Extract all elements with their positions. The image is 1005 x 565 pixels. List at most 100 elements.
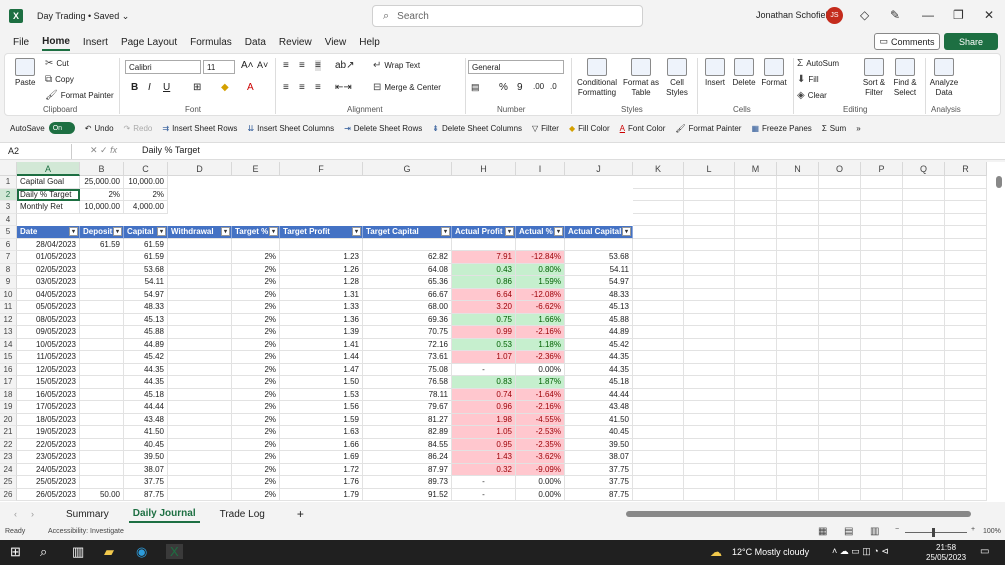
table-row-cell[interactable]: 53.68 [565,251,633,264]
empty-cell[interactable] [633,426,684,439]
search-icon[interactable]: ⌕ [40,544,47,560]
empty-cell[interactable] [735,363,777,376]
column-header[interactable]: M [735,162,777,176]
table-row-cell[interactable]: 16/05/2023 [17,388,80,401]
empty-cell[interactable] [633,401,684,414]
font-size-select[interactable]: 11 [203,60,235,74]
table-row-cell[interactable]: - [452,488,516,501]
empty-cell[interactable] [735,426,777,439]
table-row-cell[interactable] [168,438,232,451]
tab-formulas[interactable]: Formulas [190,35,232,50]
empty-cell[interactable] [861,463,903,476]
empty-cell[interactable] [819,376,861,389]
table-row-cell[interactable] [168,276,232,289]
table-row-cell[interactable]: 6.64 [452,288,516,301]
comments-button[interactable]: ▭ Comments [874,33,940,50]
empty-cell[interactable] [777,401,819,414]
align-center-icon[interactable]: ≡ [299,82,305,93]
empty-cell[interactable] [819,363,861,376]
column-header[interactable]: A [17,162,80,176]
table-row-cell[interactable]: 61.59 [124,251,168,264]
empty-cell[interactable] [861,213,903,226]
row-header[interactable]: 13 [0,326,17,339]
row-header[interactable]: 5 [0,226,17,239]
name-box[interactable]: A2 [4,144,72,159]
empty-cell[interactable] [945,301,987,314]
tab-view[interactable]: View [325,35,347,50]
insert-cells-button[interactable]: Insert [702,58,728,88]
empty-cell[interactable] [684,351,735,364]
empty-cell[interactable] [819,251,861,264]
table-row-cell[interactable]: 2% [232,451,280,464]
accounting-icon[interactable]: ▤ [471,82,480,93]
table-row-cell[interactable]: 75.08 [363,363,452,376]
indent-icon[interactable]: ⇤⇥ [335,82,352,93]
table-row-cell[interactable]: 08/05/2023 [17,313,80,326]
table-row-cell[interactable] [80,276,124,289]
empty-cell[interactable] [819,238,861,251]
tab-help[interactable]: Help [359,35,380,50]
more-commands-icon[interactable]: » [856,124,860,133]
table-row-cell[interactable]: - [452,476,516,489]
table-row-cell[interactable]: 1.44 [280,351,363,364]
empty-cell[interactable] [861,326,903,339]
empty-cell[interactable] [777,251,819,264]
table-row-cell[interactable]: 0.74 [452,388,516,401]
column-header[interactable]: P [861,162,903,176]
edge-icon[interactable]: ◉ [136,544,147,560]
empty-cell[interactable] [819,176,861,189]
table-row-cell[interactable] [80,326,124,339]
empty-cell[interactable] [735,276,777,289]
tab-file[interactable]: File [13,35,29,50]
table-row-cell[interactable]: 17/05/2023 [17,401,80,414]
table-row-cell[interactable]: 44.44 [124,401,168,414]
empty-cell[interactable] [903,226,945,239]
align-middle-icon[interactable]: ≡ [299,60,305,71]
align-bottom-icon[interactable]: ≡ [315,60,321,71]
conditional-formatting-button[interactable]: Conditional Formatting [575,58,619,98]
empty-cell[interactable] [945,463,987,476]
table-row-cell[interactable] [80,301,124,314]
table-row-cell[interactable]: 44.89 [565,326,633,339]
table-row-cell[interactable]: 62.82 [363,251,452,264]
pen-icon[interactable]: ✎ [890,8,900,22]
increase-decimal-icon[interactable]: .00 [533,82,544,91]
empty-cell[interactable] [945,438,987,451]
borders-icon[interactable]: ⊞ [193,82,201,93]
empty-cell[interactable] [861,388,903,401]
empty-cell[interactable] [945,451,987,464]
align-top-icon[interactable]: ≡ [283,60,289,71]
empty-cell[interactable] [861,226,903,239]
table-row-cell[interactable]: 0.86 [452,276,516,289]
table-row-cell[interactable] [168,426,232,439]
empty-cell[interactable] [777,463,819,476]
filter-dropdown-icon[interactable]: ▾ [69,227,78,236]
empty-cell[interactable] [777,451,819,464]
system-tray-icons[interactable]: ˄ ☁ ▭ ◫ ◔ ⊲ [832,546,889,557]
delete-sheet-rows-button[interactable]: ⇥ Delete Sheet Rows [344,124,422,133]
font-name-select[interactable]: Calibri [125,60,201,74]
insert-sheet-rows-button[interactable]: ⇉ Insert Sheet Rows [162,124,237,133]
empty-cell[interactable] [819,326,861,339]
empty-cell[interactable] [861,476,903,489]
empty-cell[interactable] [735,451,777,464]
table-row-cell[interactable]: 2% [232,438,280,451]
table-row-cell[interactable]: 68.00 [363,301,452,314]
empty-cell[interactable] [945,188,987,201]
weather-text[interactable]: 12°C Mostly cloudy [732,547,809,557]
tab-insert[interactable]: Insert [83,35,108,50]
empty-cell[interactable] [945,401,987,414]
empty-cell[interactable] [735,313,777,326]
table-row-cell[interactable]: 0.00% [516,476,565,489]
table-row-cell[interactable]: 1.28 [280,276,363,289]
row-header[interactable]: 10 [0,288,17,301]
table-row-cell[interactable]: 19/05/2023 [17,426,80,439]
next-sheet-icon[interactable]: › [31,509,34,519]
empty-cell[interactable] [819,263,861,276]
table-row-cell[interactable]: 38.07 [565,451,633,464]
accessibility-status[interactable]: Accessibility: Investigate [48,528,124,535]
table-row-cell[interactable]: 0.43 [452,263,516,276]
table-row-cell[interactable]: -12.84% [516,251,565,264]
empty-cell[interactable] [945,413,987,426]
table-row-cell[interactable]: 1.05 [452,426,516,439]
